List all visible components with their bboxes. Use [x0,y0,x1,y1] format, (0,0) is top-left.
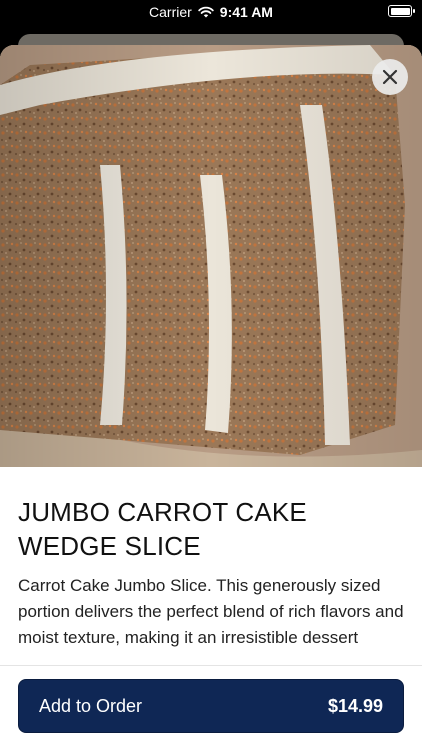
close-icon [382,69,398,85]
carrot-cake-photo [0,45,422,467]
status-bar: Carrier 9:41 AM [0,0,422,24]
status-center: Carrier 9:41 AM [149,4,273,20]
carrier-label: Carrier [149,4,192,20]
item-description: Carrot Cake Jumbo Slice. This generously… [18,576,404,647]
item-detail-sheet: JUMBO CARROT CAKE WEDGE SLICE Carrot Cak… [0,45,422,750]
wifi-icon [198,6,214,18]
add-to-order-button[interactable]: Add to Order $14.99 [18,679,404,733]
item-photo [0,45,422,467]
item-content: JUMBO CARROT CAKE WEDGE SLICE Carrot Cak… [0,467,422,662]
item-title: JUMBO CARROT CAKE WEDGE SLICE [18,497,307,561]
item-price: $14.99 [327,695,383,716]
battery-icon [388,5,415,17]
footer-bar: Add to Order $14.99 [0,665,422,750]
status-time: 9:41 AM [219,4,273,20]
close-button[interactable] [372,59,408,95]
add-to-order-label: Add to Order [39,695,143,716]
